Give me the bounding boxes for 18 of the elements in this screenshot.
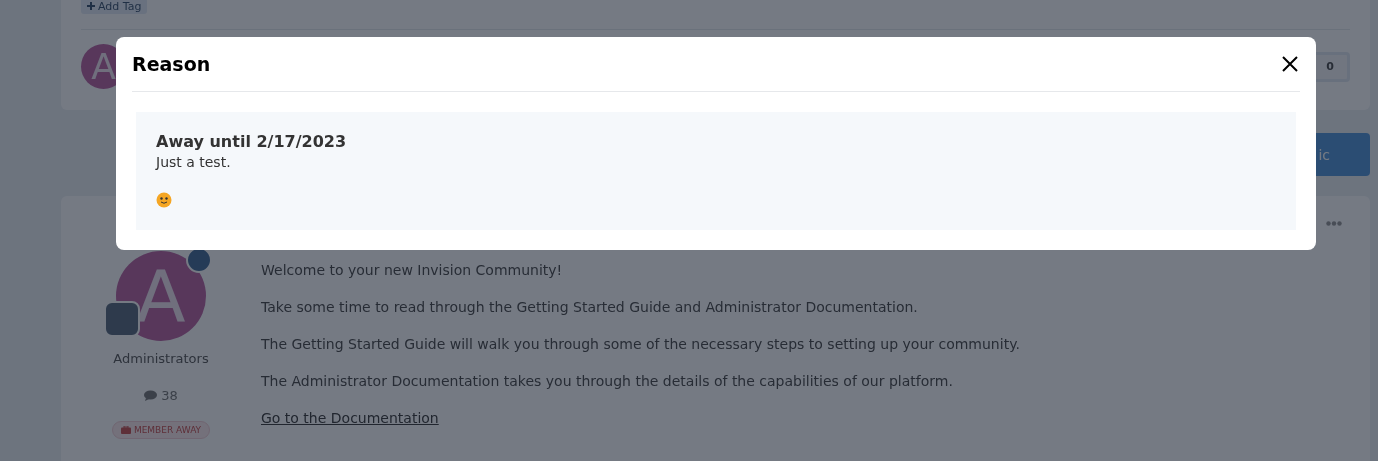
post-paragraph: The Getting Started Guide will walk you through some of the necessary steps to setting up your community. — [261, 335, 1021, 354]
dialog-title: Reason — [132, 53, 211, 75]
post-paragraph: Take some time to read through the Getting Started Guide and Administrator Documentation. — [261, 298, 919, 317]
comment-icon — [144, 390, 158, 401]
post-paragraph: The Administrator Documentation takes you through the details of the capabilities of our platform. — [261, 372, 954, 391]
documentation-link[interactable]: Go to the Documentation — [261, 410, 439, 426]
smiley-icon — [156, 192, 172, 208]
add-tag-button[interactable]: Add Tag — [81, 0, 148, 14]
close-button[interactable] — [1280, 54, 1300, 74]
post-paragraph: Welcome to your new Invision Community! — [261, 261, 564, 280]
briefcase-icon — [120, 426, 131, 434]
member-away-badge: MEMBER AWAY — [111, 421, 211, 439]
away-heading: Away until 2/17/2023 — [156, 132, 348, 152]
group-name: Administrators — [113, 351, 209, 366]
away-message: Just a test. — [156, 153, 232, 172]
post-count: 38 — [144, 388, 178, 403]
close-icon — [1280, 54, 1300, 74]
plus-icon — [87, 2, 95, 10]
